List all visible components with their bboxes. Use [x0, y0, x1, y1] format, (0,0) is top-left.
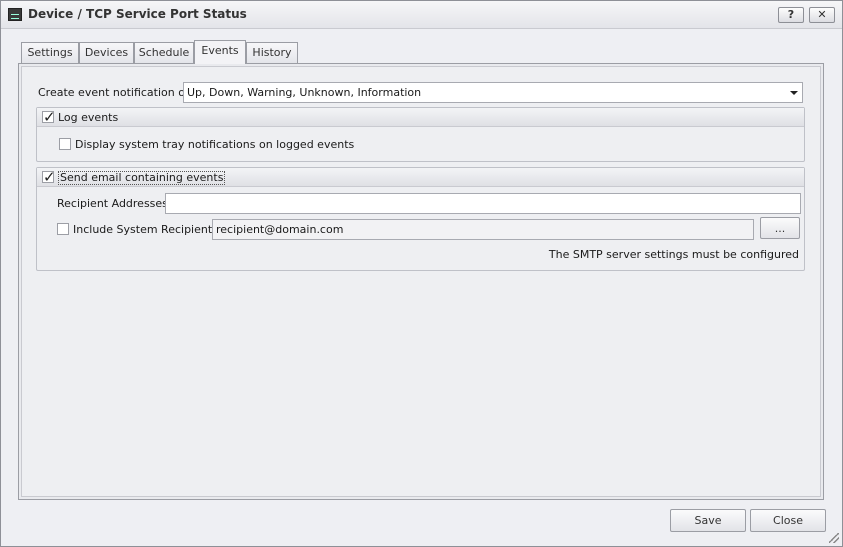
tab-settings[interactable]: Settings	[21, 42, 79, 63]
system-recipients-field: recipient@domain.com	[212, 219, 754, 240]
send-email-checkbox[interactable]: ✓	[42, 168, 56, 186]
event-type-dropdown[interactable]: Up, Down, Warning, Unknown, Information	[183, 82, 803, 103]
recipient-addresses-input[interactable]	[165, 193, 801, 214]
dialog-window: Device / TCP Service Port Status ? ✕ Set…	[0, 0, 843, 547]
include-system-recipients-checkbox[interactable]	[57, 223, 69, 235]
help-button[interactable]: ?	[778, 7, 804, 23]
create-event-label: Create event notification on:	[38, 86, 196, 99]
tray-notifications-label[interactable]: Display system tray notifications on log…	[75, 138, 354, 151]
log-events-label[interactable]: Log events	[58, 111, 118, 124]
email-group-header: ✓ Send email containing events	[37, 168, 804, 187]
events-tab-panel: Create event notification on: Up, Down, …	[18, 63, 824, 500]
smtp-note: The SMTP server settings must be configu…	[548, 248, 799, 261]
events-tab-panel-inner: Create event notification on: Up, Down, …	[21, 66, 821, 497]
event-type-dropdown-value: Up, Down, Warning, Unknown, Information	[187, 86, 422, 99]
check-icon: ✓	[43, 108, 56, 126]
check-icon: ✓	[43, 168, 56, 186]
window-title: Device / TCP Service Port Status	[28, 7, 247, 21]
browse-recipients-button[interactable]: ...	[760, 217, 800, 239]
resize-grip-icon[interactable]	[829, 533, 839, 543]
save-button[interactable]: Save	[670, 509, 746, 532]
log-events-group-header: ✓ Log events	[37, 108, 804, 127]
include-system-recipients-label[interactable]: Include System Recipients:	[73, 223, 222, 236]
chevron-down-icon[interactable]	[790, 91, 798, 95]
send-email-label[interactable]: Send email containing events	[58, 171, 226, 185]
title-bar[interactable]: Device / TCP Service Port Status ? ✕	[1, 1, 842, 29]
close-window-button[interactable]: ✕	[809, 7, 835, 23]
email-group: ✓ Send email containing events Recipient…	[36, 167, 805, 271]
tab-schedule[interactable]: Schedule	[134, 42, 194, 63]
tab-devices[interactable]: Devices	[79, 42, 134, 63]
tab-history[interactable]: History	[246, 42, 298, 63]
tab-events[interactable]: Events	[194, 40, 246, 64]
log-events-group: ✓ Log events Display system tray notific…	[36, 107, 805, 162]
close-button[interactable]: Close	[750, 509, 826, 532]
log-events-checkbox[interactable]: ✓	[42, 108, 56, 126]
recipient-addresses-label: Recipient Addresses:	[57, 197, 172, 210]
device-monitor-icon	[8, 8, 22, 21]
tray-notifications-checkbox[interactable]	[59, 138, 71, 150]
